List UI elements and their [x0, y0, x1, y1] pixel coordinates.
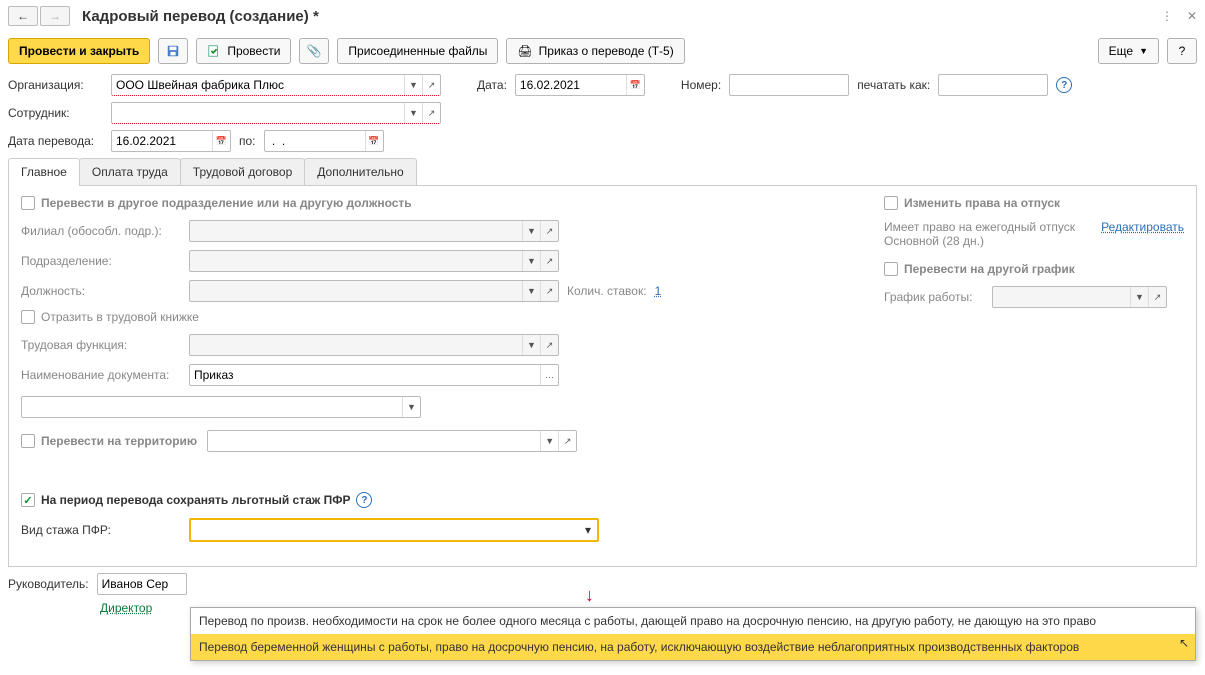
rates-link[interactable]: 1 [655, 284, 662, 298]
schedule-label: График работы: [884, 290, 984, 304]
docname-input[interactable] [190, 365, 540, 385]
close-icon[interactable]: ✕ [1187, 9, 1197, 23]
open-icon[interactable]: ↗ [422, 103, 440, 123]
calendar-icon[interactable]: 📅 [626, 75, 644, 95]
checkbox-workbook-label: Отразить в трудовой книжке [41, 310, 199, 324]
open-icon: ↗ [540, 335, 558, 355]
director-link[interactable]: Директор [100, 601, 152, 615]
open-icon: ↗ [1148, 287, 1166, 307]
checkbox-pfr-label: На период перевода сохранять льготный ст… [41, 493, 350, 507]
window-title: Кадровый перевод (создание) * [82, 8, 1161, 25]
checkbox-vacation[interactable] [884, 196, 898, 210]
paperclip-icon: 📎 [307, 44, 322, 58]
docname-label: Наименование документа: [21, 368, 181, 382]
dropdown-icon[interactable]: ▼ [402, 397, 420, 417]
attached-files-button[interactable]: Присоединенные файлы [337, 38, 498, 64]
help-button[interactable]: ? [1167, 38, 1197, 64]
print-order-button[interactable]: 🖨 Приказ о переводе (Т-5) [506, 38, 684, 64]
checkbox-territory-label: Перевести на территорию [41, 434, 197, 448]
save-icon [166, 44, 180, 58]
dropdown-icon: ▼ [522, 251, 540, 271]
help-icon[interactable]: ? [356, 492, 372, 508]
open-icon[interactable]: ↗ [422, 75, 440, 95]
print-as-input[interactable] [939, 75, 1047, 95]
checkbox-schedule-label: Перевести на другой график [904, 262, 1075, 276]
calendar-icon[interactable]: 📅 [365, 131, 383, 151]
save-button[interactable] [158, 38, 188, 64]
tab-payment[interactable]: Оплата труда [79, 158, 181, 185]
stazh-dropdown[interactable]: Перевод по произв. необходимости на срок… [190, 607, 1196, 661]
checkbox-transfer-dept[interactable] [21, 196, 35, 210]
position-label: Должность: [21, 284, 181, 298]
attach-button[interactable]: 📎 [299, 38, 329, 64]
tab-contract[interactable]: Трудовой договор [180, 158, 305, 185]
checkbox-pfr[interactable] [21, 493, 35, 507]
checkbox-vacation-label: Изменить права на отпуск [904, 196, 1060, 210]
territory-input [208, 431, 540, 451]
post-and-close-button[interactable]: Провести и закрыть [8, 38, 150, 64]
calendar-icon[interactable]: 📅 [212, 131, 230, 151]
checkbox-territory[interactable] [21, 434, 35, 448]
nav-back-button[interactable]: ← [8, 6, 38, 26]
workfunc-input [190, 335, 522, 355]
edit-vacation-link[interactable]: Редактировать [1101, 220, 1184, 248]
more-button[interactable]: Еще ▼ [1098, 38, 1159, 64]
schedule-input [993, 287, 1130, 307]
help-icon[interactable]: ? [1056, 77, 1072, 93]
dropdown-icon: ▼ [522, 221, 540, 241]
position-input [190, 281, 522, 301]
branch-input [190, 221, 522, 241]
tab-additional[interactable]: Дополнительно [304, 158, 416, 185]
print-as-label: печатать как: [857, 78, 930, 92]
post-icon [207, 44, 221, 58]
transfer-date-input[interactable] [112, 131, 212, 151]
nav-forward-button[interactable]: → [40, 6, 70, 26]
manager-label: Руководитель: [8, 577, 89, 591]
printer-icon: 🖨 [517, 44, 532, 58]
dropdown-item-1[interactable]: Перевод по произв. необходимости на срок… [191, 608, 1195, 634]
stazh-label: Вид стажа ПФР: [21, 523, 181, 537]
employee-label: Сотрудник: [8, 106, 103, 120]
checkbox-schedule[interactable] [884, 262, 898, 276]
dropdown-icon[interactable]: ▼ [404, 75, 422, 95]
department-input [190, 251, 522, 271]
dropdown-icon: ▼ [540, 431, 558, 451]
date-label: Дата: [477, 78, 507, 92]
number-label: Номер: [681, 78, 721, 92]
date-input[interactable] [516, 75, 626, 95]
dropdown-icon: ▼ [522, 281, 540, 301]
dropdown-icon: ▼ [522, 335, 540, 355]
to-label: по: [239, 134, 256, 148]
dropdown-item-2[interactable]: Перевод беременной женщины с работы, пра… [191, 634, 1195, 660]
manager-input[interactable] [98, 574, 186, 594]
transfer-date-label: Дата перевода: [8, 134, 103, 148]
post-button[interactable]: Провести [196, 38, 291, 64]
dropdown-icon: ▼ [1130, 287, 1148, 307]
stazh-input[interactable] [191, 523, 579, 537]
to-date-input[interactable] [265, 131, 365, 151]
open-icon: ↗ [558, 431, 576, 451]
vacation-text: Имеет право на ежегодный отпуск Основной… [884, 220, 1091, 248]
tab-main[interactable]: Главное [8, 158, 80, 185]
chevron-down-icon: ▼ [1139, 46, 1148, 56]
department-label: Подразделение: [21, 254, 181, 268]
open-icon: ↗ [540, 281, 558, 301]
number-input[interactable] [730, 75, 848, 95]
workfunc-label: Трудовая функция: [21, 338, 181, 352]
open-icon: ↗ [540, 221, 558, 241]
extra-input[interactable] [22, 397, 402, 417]
dropdown-icon[interactable]: ▾ [579, 523, 597, 537]
checkbox-workbook[interactable] [21, 310, 35, 324]
open-icon: ↗ [540, 251, 558, 271]
kebab-icon[interactable]: ⋮ [1161, 9, 1173, 23]
organization-input[interactable] [112, 75, 404, 95]
ellipsis-icon[interactable]: … [540, 365, 558, 385]
dropdown-icon[interactable]: ▼ [404, 103, 422, 123]
rates-label: Колич. ставок: [567, 284, 647, 298]
organization-label: Организация: [8, 78, 103, 92]
branch-label: Филиал (обособл. подр.): [21, 224, 181, 238]
employee-input[interactable] [112, 103, 404, 123]
checkbox-transfer-dept-label: Перевести в другое подразделение или на … [41, 196, 412, 210]
